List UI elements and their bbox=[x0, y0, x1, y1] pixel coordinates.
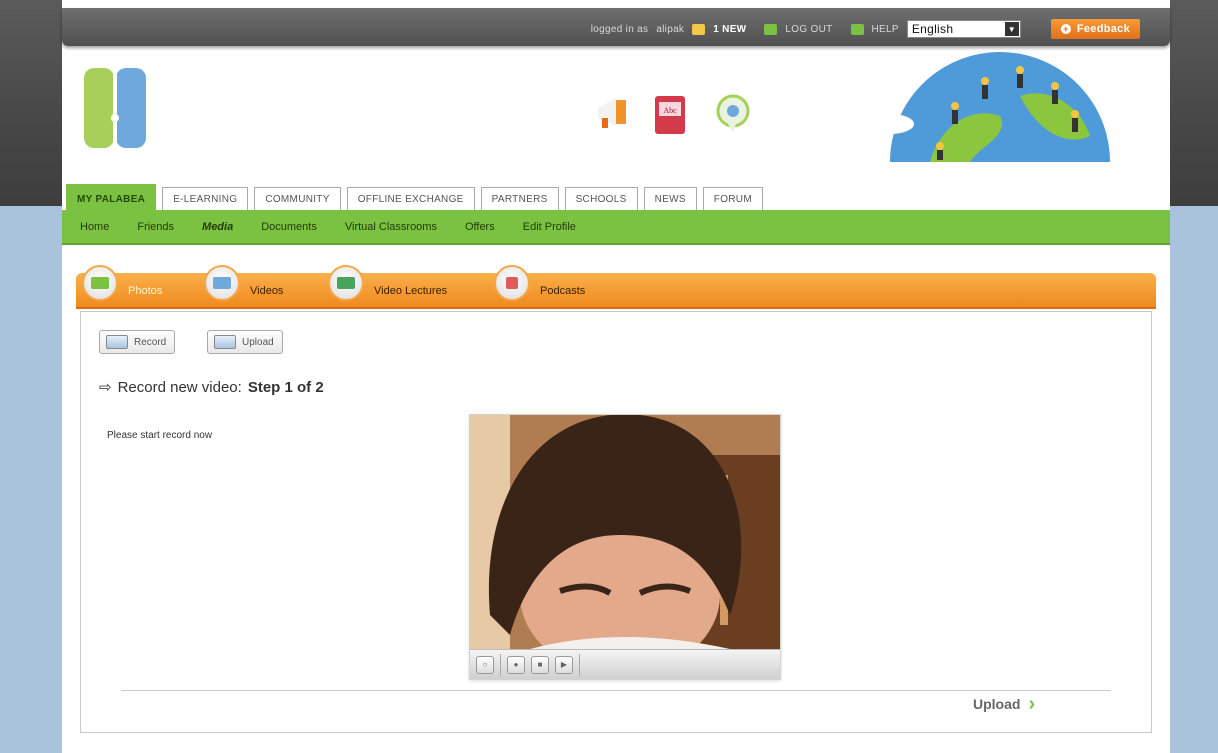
record-dot-icon[interactable]: ● bbox=[507, 655, 525, 674]
media-tab-podcasts-label: Podcasts bbox=[540, 285, 586, 297]
media-tab-photos[interactable]: Photos bbox=[82, 265, 162, 301]
language-select[interactable]: English ▼ bbox=[906, 20, 1021, 38]
chevron-right-icon: › bbox=[1028, 693, 1036, 715]
logged-in-label: logged in as bbox=[590, 23, 649, 35]
media-tab-podcasts[interactable]: Podcasts bbox=[494, 265, 585, 301]
tab-e-learning[interactable]: E-LEARNING bbox=[162, 187, 249, 210]
media-tab-photos-label: Photos bbox=[128, 285, 163, 297]
megaphone-icon bbox=[598, 98, 626, 128]
feedback-button[interactable]: + Feedback bbox=[1050, 19, 1140, 39]
new-messages-link[interactable]: 1 NEW bbox=[713, 24, 746, 35]
tab-partners[interactable]: PARTNERS bbox=[480, 187, 559, 210]
tab-news[interactable]: NEWS bbox=[643, 187, 697, 210]
brand-name: palabea bbox=[180, 74, 364, 125]
speech-bubble-icon bbox=[716, 94, 750, 132]
divider bbox=[500, 653, 501, 676]
brand-tagline: the speaking world bbox=[180, 124, 352, 145]
upload-icon bbox=[214, 335, 236, 349]
subnav-offers[interactable]: Offers bbox=[465, 221, 495, 233]
webcam-recorder[interactable]: ○ ● ■ ▶ bbox=[469, 414, 781, 680]
media-tab-video-lectures[interactable]: Video Lectures bbox=[328, 265, 447, 301]
help-link[interactable]: HELP bbox=[872, 24, 899, 35]
tab-my-palabea[interactable]: MY PALABEA bbox=[66, 184, 157, 210]
video-lecture-icon bbox=[328, 265, 364, 301]
step-title: Step 1 of 2 bbox=[247, 378, 324, 396]
record-button-label: Record bbox=[134, 336, 167, 348]
record-button[interactable]: Record bbox=[99, 330, 176, 354]
media-tabs: Photos Videos Video Lectures Podcasts bbox=[76, 265, 1156, 309]
svg-text:Abc: Abc bbox=[663, 106, 677, 115]
upload-next-label: Upload bbox=[973, 696, 1021, 712]
video-controls: ○ ● ■ ▶ bbox=[470, 649, 780, 679]
divider bbox=[121, 690, 1111, 691]
subnav-media[interactable]: Media bbox=[202, 221, 233, 233]
username[interactable]: alipak bbox=[656, 24, 684, 35]
tab-forum[interactable]: FORUM bbox=[702, 187, 763, 210]
palabea-logo[interactable] bbox=[80, 62, 150, 152]
webcam-preview bbox=[470, 415, 780, 649]
settings-icon[interactable]: ○ bbox=[476, 655, 494, 674]
subnav-documents[interactable]: Documents bbox=[261, 221, 317, 233]
divider bbox=[579, 653, 580, 676]
sub-nav: Home Friends Media Documents Virtual Cla… bbox=[62, 210, 1170, 245]
logout-link[interactable]: LOG OUT bbox=[785, 24, 832, 35]
subnav-virtual-classrooms[interactable]: Virtual Classrooms bbox=[345, 221, 437, 233]
media-tab-videos-label: Videos bbox=[250, 285, 284, 297]
step-prefix: Record new video: bbox=[117, 378, 242, 396]
stop-icon[interactable]: ■ bbox=[531, 655, 549, 674]
content-panel: Record Upload ⇨ Record new video: Step 1… bbox=[80, 311, 1152, 733]
step-heading: ⇨ Record new video: Step 1 of 2 bbox=[99, 378, 324, 397]
upload-button[interactable]: Upload bbox=[207, 330, 283, 354]
subnav-home[interactable]: Home bbox=[80, 221, 109, 233]
brand: palabea the speaking world bbox=[180, 74, 364, 146]
upload-next-link[interactable]: Upload › bbox=[973, 693, 1036, 715]
top-bar: logged in as alipak 1 NEW LOG OUT HELP E… bbox=[62, 8, 1170, 46]
media-tab-video-lectures-label: Video Lectures bbox=[374, 285, 448, 297]
photo-icon bbox=[82, 265, 118, 301]
media-tab-videos[interactable]: Videos bbox=[204, 265, 283, 301]
record-icon bbox=[106, 335, 128, 349]
logout-icon[interactable] bbox=[764, 23, 778, 35]
speaker-icon bbox=[494, 265, 530, 301]
language-value: English bbox=[911, 22, 954, 36]
upload-button-label: Upload bbox=[242, 336, 274, 348]
main-nav: MY PALABEA E-LEARNING COMMUNITY OFFLINE … bbox=[62, 176, 1170, 210]
play-icon[interactable]: ▶ bbox=[555, 655, 573, 674]
globe-illustration bbox=[866, 52, 1162, 162]
subnav-edit-profile[interactable]: Edit Profile bbox=[523, 221, 576, 233]
chevron-down-icon[interactable]: ▼ bbox=[1004, 22, 1019, 36]
tab-schools[interactable]: SCHOOLS bbox=[564, 187, 638, 210]
tab-community[interactable]: COMMUNITY bbox=[254, 187, 341, 210]
subnav-friends[interactable]: Friends bbox=[137, 221, 174, 233]
dictionary-icon: Abc bbox=[655, 96, 685, 134]
arrow-right-icon: ⇨ bbox=[99, 379, 112, 396]
record-hint: Please start record now bbox=[107, 430, 213, 441]
envelope-icon[interactable] bbox=[692, 23, 706, 35]
tab-offline-exchange[interactable]: OFFLINE EXCHANGE bbox=[346, 187, 475, 210]
feedback-icon: + bbox=[1060, 24, 1071, 34]
feedback-label: Feedback bbox=[1076, 23, 1130, 35]
video-icon bbox=[204, 265, 240, 301]
help-icon[interactable] bbox=[850, 23, 864, 35]
